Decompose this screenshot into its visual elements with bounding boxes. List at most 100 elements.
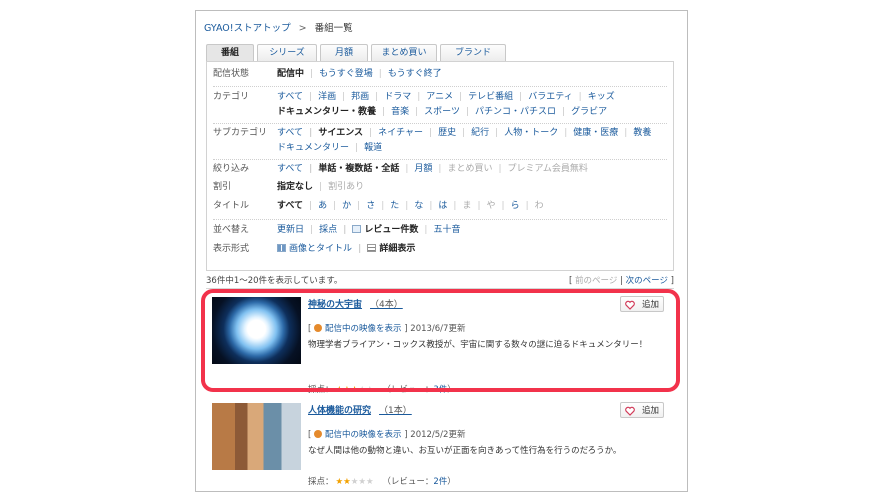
title-all[interactable]: すべて	[277, 199, 303, 213]
filter-label-category: カテゴリ	[213, 92, 250, 102]
tab-series[interactable]: シリーズ	[257, 44, 317, 61]
sort-updated[interactable]: 更新日	[277, 223, 304, 237]
title-ra[interactable]: ら	[496, 199, 520, 213]
heart-plus-icon	[625, 406, 635, 416]
now-streaming-link[interactable]: 配信中の映像を表示	[325, 430, 402, 440]
filter-row-subcategory: サブカテゴリ すべて サイエンス ネイチャー 歴史 紀行 人物・トーク 健康・医…	[213, 126, 667, 140]
sort-down-icon	[352, 225, 362, 233]
star-empty-icon: ★	[366, 477, 374, 487]
category-pachinko[interactable]: パチンコ・パチスロ	[460, 105, 556, 119]
review-count-link[interactable]: 2件	[433, 477, 447, 487]
filter-label-sort: 並べ替え	[213, 225, 250, 235]
filter-row-subcategory-2: ドキュメンタリー 報道	[213, 141, 667, 155]
add-button[interactable]: 追加	[620, 402, 664, 418]
filter-panel: 配信状態 配信中 もうすぐ登場 もうすぐ終了 カテゴリ すべて 洋画 邦画 ドラ…	[206, 61, 674, 271]
sort-review-count[interactable]: レビュー件数	[337, 223, 418, 237]
divider	[213, 86, 667, 87]
subcategory-nature[interactable]: ネイチャー	[363, 126, 423, 140]
title-ta[interactable]: た	[375, 199, 399, 213]
subcategory-history[interactable]: 歴史	[423, 126, 456, 140]
discount-none[interactable]: 指定なし	[277, 180, 313, 194]
title-ka[interactable]: か	[327, 199, 351, 213]
category-anime[interactable]: アニメ	[411, 90, 453, 104]
filter-row-title: タイトル すべて あ か さ た な は ま や ら わ	[213, 199, 667, 213]
item-rating: 採点： ★★★★★ （レビュー：2件）	[308, 477, 456, 487]
subcategory-documentary[interactable]: ドキュメンタリー	[277, 141, 349, 155]
tab-bulk-buy[interactable]: まとめ買い	[371, 44, 437, 61]
pager: [ 前のページ | 次のページ ]	[568, 276, 674, 286]
filter-status-streaming[interactable]: 配信中	[277, 67, 304, 81]
category-gravure[interactable]: グラビア	[556, 105, 607, 119]
list-view-icon	[367, 244, 377, 252]
discount-available: 割引あり	[313, 180, 364, 194]
category-drama[interactable]: ドラマ	[369, 90, 411, 104]
subcategory-travel[interactable]: 紀行	[456, 126, 489, 140]
filter-row-category: カテゴリ すべて 洋画 邦画 ドラマ アニメ テレビ番組 バラエティ キッズ	[213, 90, 667, 104]
narrow-premium-free: プレミアム会員無料	[492, 162, 588, 176]
filter-row-sort: 並べ替え 更新日 採点 レビュー件数 五十音	[213, 223, 667, 237]
tab-bar: 番組 シリーズ 月額 まとめ買い ブランド	[206, 44, 509, 63]
filter-row-status: 配信状態 配信中 もうすぐ登場 もうすぐ終了	[213, 67, 667, 81]
display-image-title[interactable]: 画像とタイトル	[277, 242, 352, 256]
item-meta: [ 配信中の映像を表示 ] 2012/5/2更新	[308, 430, 466, 440]
sort-kana[interactable]: 五十音	[418, 223, 460, 237]
filter-row-category-2: ドキュメンタリー・教養 音楽 スポーツ パチンコ・パチスロ グラビア	[213, 105, 667, 119]
item-title[interactable]: 人体機能の研究 （1本）	[308, 403, 412, 416]
prev-page-link: 前のページ	[575, 276, 618, 286]
category-tv[interactable]: テレビ番組	[453, 90, 513, 104]
filter-label-status: 配信状態	[213, 69, 250, 79]
filter-label-title: タイトル	[213, 201, 250, 211]
sort-score[interactable]: 採点	[304, 223, 337, 237]
narrow-monthly[interactable]: 月額	[399, 162, 432, 176]
category-kids[interactable]: キッズ	[573, 90, 615, 104]
results-bar: 36件中1〜20件を表示しています。 [ 前のページ | 次のページ ]	[206, 274, 674, 289]
subcategory-health[interactable]: 健康・医療	[558, 126, 618, 140]
category-music[interactable]: 音楽	[376, 105, 409, 119]
breadcrumb-current: 番組一覧	[314, 23, 353, 34]
category-documentary[interactable]: ドキュメンタリー・教養	[277, 105, 376, 119]
subcategory-culture[interactable]: 教養	[618, 126, 651, 140]
filter-label-subcategory: サブカテゴリ	[213, 128, 268, 138]
subcategory-all[interactable]: すべて	[277, 126, 303, 140]
title-ha[interactable]: は	[423, 199, 447, 213]
divider	[213, 123, 667, 124]
filter-row-narrow: 絞り込み すべて 単話・複数話・全話 月額 まとめ買い プレミアム会員無料	[213, 162, 667, 176]
streaming-icon	[314, 430, 323, 438]
narrow-bulk-buy: まとめ買い	[432, 162, 492, 176]
subcategory-people-talk[interactable]: 人物・トーク	[489, 126, 558, 140]
star-rating: ★★★★★	[336, 477, 374, 487]
star-filled-icon: ★	[343, 477, 351, 487]
title-na[interactable]: な	[399, 199, 423, 213]
category-japanese-movies[interactable]: 邦画	[336, 90, 369, 104]
tab-brand[interactable]: ブランド	[440, 44, 506, 61]
rating-label: 採点：	[308, 477, 334, 487]
filter-row-discount: 割引 指定なし 割引あり	[213, 180, 667, 194]
breadcrumb: GYAO!ストアトップ > 番組一覧	[204, 20, 353, 34]
narrow-all[interactable]: すべて	[277, 162, 303, 176]
grid-view-icon	[277, 244, 286, 252]
subcategory-science[interactable]: サイエンス	[303, 126, 363, 140]
display-detail[interactable]: 詳細表示	[352, 242, 415, 256]
filter-label-discount: 割引	[213, 182, 232, 192]
divider	[213, 219, 667, 220]
category-sports[interactable]: スポーツ	[409, 105, 460, 119]
star-empty-icon: ★	[358, 477, 367, 487]
breadcrumb-store-top[interactable]: GYAO!ストアトップ	[204, 23, 291, 34]
updated-date: 2012/5/2更新	[410, 430, 466, 440]
title-sa[interactable]: さ	[351, 199, 375, 213]
item-description: なぜ人間は他の動物と違い、お互いが正面を向きあって性行為を行うのだろうか。	[308, 446, 622, 456]
thumbnail-couple[interactable]	[212, 403, 301, 470]
category-all[interactable]: すべて	[277, 90, 303, 104]
subcategory-news[interactable]: 報道	[349, 141, 382, 155]
next-page-link[interactable]: 次のページ	[626, 276, 668, 286]
narrow-episodes[interactable]: 単話・複数話・全話	[303, 162, 399, 176]
tab-monthly[interactable]: 月額	[320, 44, 368, 61]
filter-label-narrow: 絞り込み	[213, 164, 250, 174]
filter-label-display: 表示形式	[213, 244, 250, 254]
filter-status-ending-soon[interactable]: もうすぐ終了	[373, 67, 442, 81]
category-variety[interactable]: バラエティ	[513, 90, 572, 104]
category-western-movies[interactable]: 洋画	[303, 90, 336, 104]
store-frame: GYAO!ストアトップ > 番組一覧 番組 シリーズ 月額 まとめ買い ブランド…	[195, 10, 688, 492]
title-a[interactable]: あ	[303, 199, 327, 213]
filter-status-coming-soon[interactable]: もうすぐ登場	[304, 67, 373, 81]
